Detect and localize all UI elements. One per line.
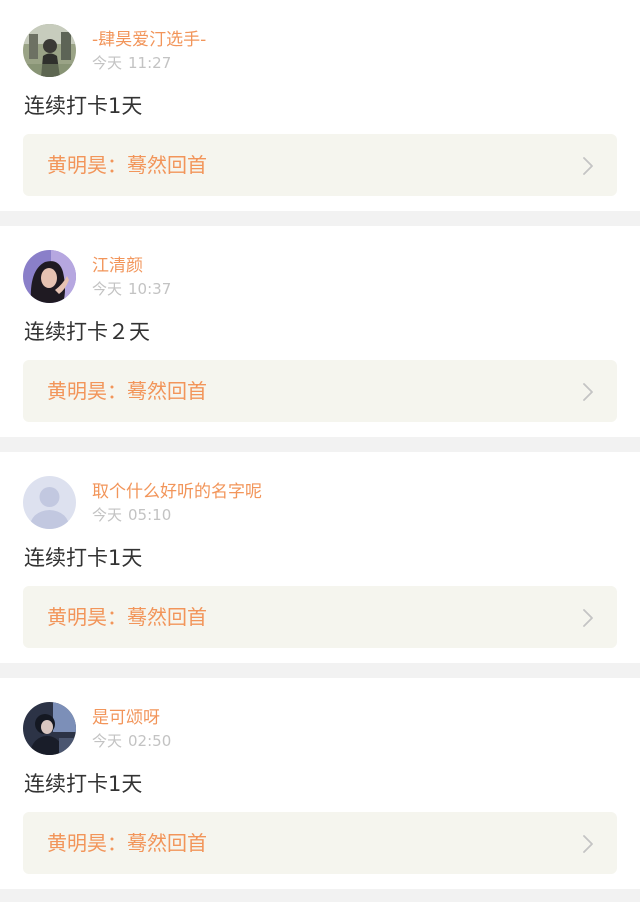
post-item: 是可颂呀 今天 02:50 连续打卡1天 黄明昊：蓦然回首 xyxy=(0,678,640,889)
chevron-right-icon xyxy=(583,835,593,853)
username[interactable]: 江清颜 xyxy=(92,255,143,277)
linked-item-card[interactable]: 黄明昊：蓦然回首 xyxy=(23,586,617,648)
post-date-label: 今天 xyxy=(92,506,123,524)
linked-item-title: 黄明昊：蓦然回首 xyxy=(47,831,207,855)
chevron-right-icon xyxy=(583,157,593,175)
username[interactable]: -肆昊爱汀选手- xyxy=(92,29,206,51)
default-avatar-icon xyxy=(23,476,76,529)
post-time-value: 10:37 xyxy=(128,280,172,298)
post-time: 今天 11:27 xyxy=(92,53,171,73)
post-time: 今天 05:10 xyxy=(92,505,171,525)
avatar[interactable] xyxy=(23,24,76,77)
avatar[interactable] xyxy=(23,250,76,303)
linked-item-card[interactable]: 黄明昊：蓦然回首 xyxy=(23,360,617,422)
post-content: 连续打卡２天 xyxy=(24,320,150,344)
post-item: 取个什么好听的名字呢 今天 05:10 连续打卡1天 黄明昊：蓦然回首 xyxy=(0,452,640,663)
photo-avatar-icon xyxy=(23,24,76,77)
post-date-label: 今天 xyxy=(92,54,123,72)
post-time-value: 11:27 xyxy=(128,54,172,72)
username[interactable]: 是可颂呀 xyxy=(92,707,160,729)
linked-item-title: 黄明昊：蓦然回首 xyxy=(47,605,207,629)
post-time-value: 02:50 xyxy=(128,732,172,750)
photo-avatar-icon xyxy=(23,702,76,755)
linked-item-title: 黄明昊：蓦然回首 xyxy=(47,379,207,403)
linked-item-card[interactable]: 黄明昊：蓦然回首 xyxy=(23,134,617,196)
post-item: 江清颜 今天 10:37 连续打卡２天 黄明昊：蓦然回首 xyxy=(0,226,640,437)
avatar[interactable] xyxy=(23,476,76,529)
post-time-value: 05:10 xyxy=(128,506,172,524)
username[interactable]: 取个什么好听的名字呢 xyxy=(92,481,262,503)
post-time: 今天 02:50 xyxy=(92,731,171,751)
checkin-feed: -肆昊爱汀选手- 今天 11:27 连续打卡1天 黄明昊：蓦然回首 江清颜 今天 1… xyxy=(0,0,640,902)
post-content: 连续打卡1天 xyxy=(24,94,143,118)
post-item: -肆昊爱汀选手- 今天 11:27 连续打卡1天 黄明昊：蓦然回首 xyxy=(0,0,640,211)
chevron-right-icon xyxy=(583,609,593,627)
post-content: 连续打卡1天 xyxy=(24,546,143,570)
linked-item-title: 黄明昊：蓦然回首 xyxy=(47,153,207,177)
photo-avatar-icon xyxy=(23,250,76,303)
post-date-label: 今天 xyxy=(92,732,123,750)
chevron-right-icon xyxy=(583,383,593,401)
linked-item-card[interactable]: 黄明昊：蓦然回首 xyxy=(23,812,617,874)
post-time: 今天 10:37 xyxy=(92,279,171,299)
avatar[interactable] xyxy=(23,702,76,755)
post-date-label: 今天 xyxy=(92,280,123,298)
post-content: 连续打卡1天 xyxy=(24,772,143,796)
